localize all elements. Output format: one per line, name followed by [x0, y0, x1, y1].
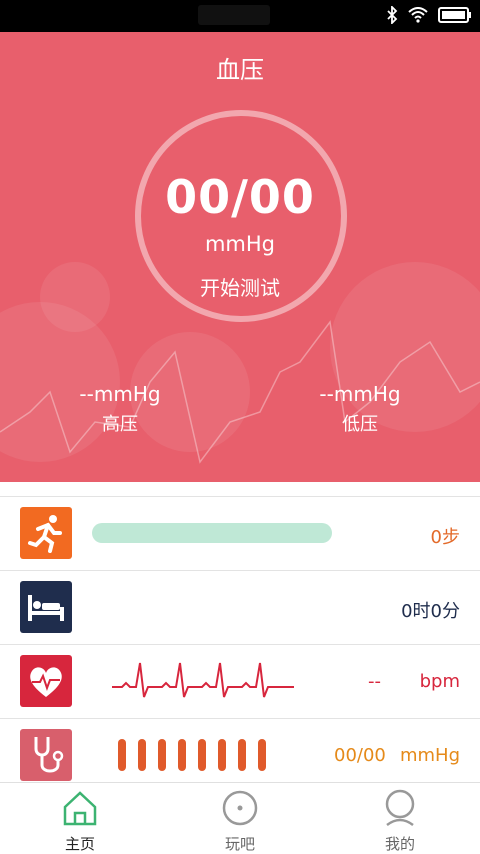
bp-bar [198, 739, 206, 771]
heart-wave [112, 662, 294, 698]
heart-rate-unit: bpm [419, 671, 460, 692]
page-title: 血压 [216, 56, 264, 84]
running-icon [20, 507, 72, 559]
bp-reading: 00/00 [165, 170, 315, 224]
diastolic-stat: --mmHg 低压 [300, 382, 420, 436]
tab-home[interactable]: 主页 [0, 783, 160, 854]
diastolic-label: 低压 [342, 414, 378, 435]
blood-pressure-hero: 血压 00/00 mmHg 开始测试 --mmHg 高压 --mmHg 低压 [0, 32, 480, 482]
tab-mine-label: 我的 [384, 835, 415, 853]
blood-pressure-row[interactable]: 00/00 mmHg [0, 718, 480, 783]
bluetooth-icon [387, 6, 398, 24]
systolic-value: --mmHg [79, 382, 161, 406]
start-test-button[interactable]: 开始测试 [0, 272, 480, 301]
steps-value: 0步 [430, 527, 460, 548]
heart-rate-row[interactable]: -- bpm [0, 644, 480, 717]
tab-play[interactable]: 玩吧 [160, 783, 320, 854]
wifi-icon [408, 7, 428, 23]
bp-bar [238, 739, 246, 771]
tab-mine[interactable]: 我的 [320, 783, 480, 854]
bp-bar [258, 739, 266, 771]
bp-row-unit: mmHg [399, 745, 460, 766]
sleep-row[interactable]: 0时0分 [0, 570, 480, 643]
battery-icon [438, 7, 471, 23]
bp-row-value: 00/00 [334, 745, 386, 766]
bed-icon [20, 581, 72, 633]
sleep-value: 0时0分 [401, 601, 460, 622]
stethoscope-icon [20, 729, 72, 781]
bp-bars [118, 739, 266, 771]
heart-rate-value: -- [368, 671, 381, 692]
status-notch [198, 5, 270, 25]
heart-ecg-icon [20, 655, 72, 707]
user-icon [385, 789, 415, 827]
bp-bar [178, 739, 186, 771]
bp-bar [218, 739, 226, 771]
bp-unit: mmHg [204, 232, 276, 256]
tab-bar: 主页 玩吧 我的 [0, 782, 480, 854]
home-icon [63, 791, 97, 826]
bp-bar [118, 739, 126, 771]
circle-icon [222, 790, 258, 826]
tab-play-label: 玩吧 [224, 835, 255, 853]
steps-progress-bar [92, 523, 332, 543]
systolic-label: 高压 [102, 414, 138, 435]
bp-bar [138, 739, 146, 771]
status-bar [0, 0, 480, 32]
bp-bar [158, 739, 166, 771]
tab-home-label: 主页 [64, 835, 95, 853]
systolic-stat: --mmHg 高压 [60, 382, 180, 436]
diastolic-value: --mmHg [319, 382, 401, 406]
steps-row[interactable]: 0步 [0, 496, 480, 569]
